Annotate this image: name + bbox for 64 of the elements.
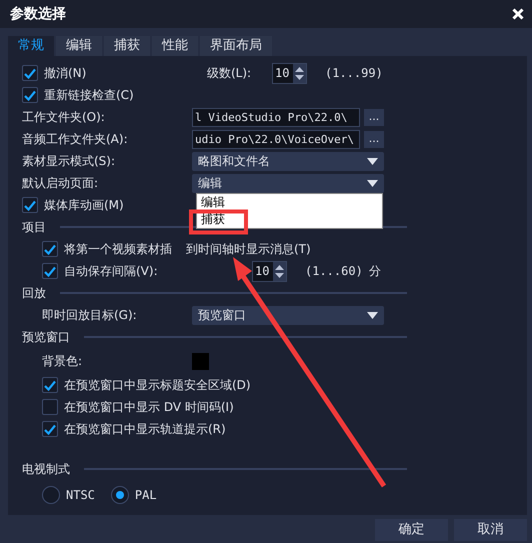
spin-value: 10: [254, 263, 270, 280]
field-label: 工作文件夹(O):: [22, 109, 106, 126]
field-label: 素材显示模式(S):: [22, 153, 116, 170]
tab[interactable]: 常规: [8, 36, 54, 56]
spin-arrows-icon[interactable]: [293, 64, 306, 82]
spin-field[interactable]: 10: [272, 62, 307, 84]
checkbox-label: 在预览窗口中显示标题安全区域(D): [64, 377, 251, 394]
checkbox-label: 重新链接检查(C): [44, 87, 134, 104]
field-label: 背景色:: [42, 353, 84, 370]
checkbox-label: 自动保存间隔(V):: [64, 263, 158, 280]
caret-icon: [367, 180, 378, 186]
tab[interactable]: 捕获: [104, 36, 150, 56]
window-title: 参数选择: [10, 4, 66, 24]
checkbox[interactable]: [42, 421, 58, 437]
tab[interactable]: 编辑: [56, 36, 102, 56]
tab[interactable]: 界面布局: [200, 36, 272, 56]
dropdown-option[interactable]: 捕获: [197, 210, 382, 228]
dropdown[interactable]: 编辑: [192, 174, 384, 192]
field-label: 即时回放目标(G):: [42, 307, 138, 324]
range-hint: (1...60): [305, 263, 363, 280]
checkbox-label: 媒体库动画(M): [44, 197, 124, 214]
section-heading: 项目: [22, 219, 46, 236]
highlight-frame: [189, 210, 248, 234]
field-label: 默认启动页面:: [22, 175, 100, 192]
spin-label: 级数(L):: [207, 65, 252, 82]
browse-button[interactable]: ...: [364, 130, 384, 148]
close-icon[interactable]: [512, 8, 524, 20]
color-swatch[interactable]: [192, 352, 209, 370]
checkbox[interactable]: [22, 197, 38, 213]
radio-button[interactable]: [42, 486, 60, 504]
path-field[interactable]: udio Pro\22.0\VoiceOver\: [192, 130, 360, 148]
radio-label: PAL: [134, 487, 157, 504]
checkbox[interactable]: [42, 263, 58, 279]
path-field[interactable]: l VideoStudio Pro\22.0\: [192, 108, 360, 126]
checkbox-label: 到时间轴时显示消息(T): [186, 241, 311, 258]
dropdown-option[interactable]: 编辑: [197, 194, 382, 210]
caret-icon: [367, 312, 378, 318]
section-heading: 回放: [22, 285, 46, 302]
radio-button[interactable]: [110, 486, 129, 504]
caret-icon: [367, 158, 378, 164]
checkbox[interactable]: [42, 241, 58, 257]
checkbox[interactable]: [42, 399, 58, 415]
browse-button[interactable]: ...: [364, 108, 384, 126]
checkbox[interactable]: [42, 377, 58, 393]
spin-field[interactable]: 10: [252, 260, 287, 282]
spin-value: 10: [274, 65, 290, 82]
tab[interactable]: 性能: [152, 36, 198, 56]
dialog-button[interactable]: 确定: [375, 519, 448, 541]
checkbox-label: 在预览窗口中显示轨道提示(R): [64, 421, 226, 438]
dropdown[interactable]: 预览窗口: [192, 306, 384, 324]
checkbox[interactable]: [22, 87, 38, 103]
checkbox-label: 撤消(N): [44, 65, 86, 82]
radio-label: NTSC: [66, 487, 95, 504]
range-hint: (1...99): [325, 65, 383, 82]
section-heading: 电视制式: [22, 461, 70, 478]
checkbox[interactable]: [22, 65, 38, 81]
dialog-button[interactable]: 取消: [454, 519, 527, 541]
dropdown[interactable]: 略图和文件名: [192, 152, 384, 170]
unit-label: 分: [368, 263, 381, 280]
checkbox-label: 将第一个视频素材插: [64, 241, 172, 258]
section-heading: 预览窗口: [22, 329, 70, 346]
spin-arrows-icon[interactable]: [273, 262, 286, 280]
checkbox-label: 在预览窗口中显示 DV 时间码(I): [64, 399, 234, 416]
field-label: 音频工作文件夹(A):: [22, 131, 129, 148]
